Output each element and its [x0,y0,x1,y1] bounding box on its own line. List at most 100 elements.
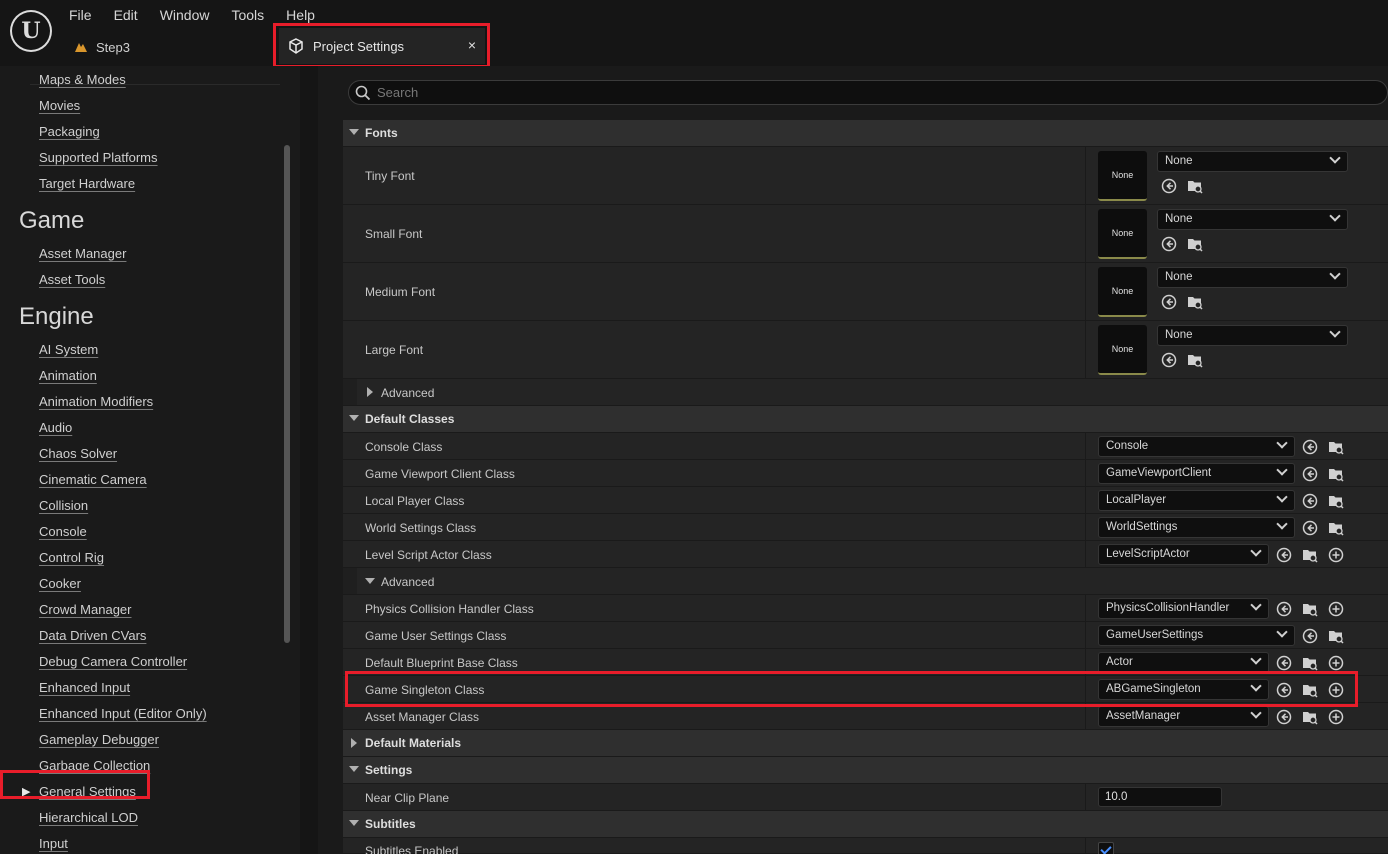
browse-back-icon[interactable] [1276,682,1292,698]
collapse-arrow-icon[interactable] [349,766,359,772]
browse-folder-icon[interactable] [1187,294,1203,310]
nav-item-maps-modes[interactable]: Maps & Modes [39,72,126,87]
nav-item-gameplay-debugger[interactable]: Gameplay Debugger [39,732,159,747]
add-new-icon[interactable] [1328,709,1344,725]
nav-item-audio[interactable]: Audio [39,420,72,435]
close-tab-icon[interactable]: × [468,37,476,53]
class-picker-combo[interactable]: WorldSettings [1098,517,1295,538]
nav-item-enhanced-input-editor-only[interactable]: Enhanced Input (Editor Only) [39,706,207,721]
nav-item-control-rig[interactable]: Control Rig [39,550,104,565]
collapse-arrow-icon[interactable] [349,415,359,421]
browse-folder-icon[interactable] [1302,601,1318,617]
font-asset-thumbnail[interactable]: None [1098,325,1147,375]
nav-item-ai-system[interactable]: AI System [39,342,98,357]
browse-folder-icon[interactable] [1328,520,1344,536]
nav-item-general-settings[interactable]: General Settings [39,784,136,799]
nav-item-target-hardware[interactable]: Target Hardware [39,176,135,191]
default-classes-advanced-toggle[interactable]: Advanced [343,568,1388,595]
project-settings-tab[interactable]: Project Settings × [279,28,485,64]
browse-back-icon[interactable] [1302,493,1318,509]
nav-item-animation[interactable]: Animation [39,368,97,383]
menu-tools[interactable]: Tools [220,4,275,26]
class-picker-combo[interactable]: PhysicsCollisionHandler [1098,598,1269,619]
nav-item-supported-platforms[interactable]: Supported Platforms [39,150,158,165]
collapse-arrow-icon[interactable] [349,129,359,135]
subtitles-enabled-checkbox[interactable] [1098,842,1114,854]
collapse-arrow-icon[interactable] [365,578,375,584]
browse-back-icon[interactable] [1276,601,1292,617]
expand-arrow-icon[interactable] [367,387,373,397]
category-subtitles[interactable]: Subtitles [343,811,1388,838]
panel-splitter[interactable] [300,66,318,854]
class-picker-combo[interactable]: GameViewportClient [1098,463,1295,484]
font-asset-combo[interactable]: None [1157,267,1348,288]
fonts-advanced-toggle[interactable]: Advanced [343,379,1388,406]
class-picker-combo[interactable]: AssetManager [1098,706,1269,727]
menu-window[interactable]: Window [149,4,221,26]
collapse-arrow-icon[interactable] [349,820,359,826]
class-picker-combo[interactable]: LevelScriptActor [1098,544,1269,565]
category-default-classes[interactable]: Default Classes [343,406,1388,433]
category-default-materials[interactable]: Default Materials [343,730,1388,757]
nav-scrollbar[interactable] [284,145,290,643]
browse-back-icon[interactable] [1276,655,1292,671]
font-asset-thumbnail[interactable]: None [1098,151,1147,201]
nav-item-packaging[interactable]: Packaging [39,124,100,139]
nav-item-enhanced-input[interactable]: Enhanced Input [39,680,130,695]
nav-item-animation-modifiers[interactable]: Animation Modifiers [39,394,153,409]
browse-back-icon[interactable] [1161,294,1177,310]
nav-item-movies[interactable]: Movies [39,98,80,113]
browse-folder-icon[interactable] [1302,655,1318,671]
browse-folder-icon[interactable] [1328,439,1344,455]
class-picker-combo[interactable]: GameUserSettings [1098,625,1295,646]
add-new-icon[interactable] [1328,601,1344,617]
add-new-icon[interactable] [1328,547,1344,563]
browse-folder-icon[interactable] [1328,493,1344,509]
browse-back-icon[interactable] [1276,709,1292,725]
browse-folder-icon[interactable] [1187,352,1203,368]
nav-item-debug-camera-controller[interactable]: Debug Camera Controller [39,654,187,669]
nav-item-chaos-solver[interactable]: Chaos Solver [39,446,117,461]
expand-arrow-icon[interactable]: ▶ [22,785,30,798]
class-picker-combo[interactable]: ABGameSingleton [1098,679,1269,700]
browse-back-icon[interactable] [1302,520,1318,536]
class-picker-combo[interactable]: Console [1098,436,1295,457]
add-new-icon[interactable] [1328,655,1344,671]
browse-folder-icon[interactable] [1328,466,1344,482]
browse-back-icon[interactable] [1161,352,1177,368]
browse-back-icon[interactable] [1276,547,1292,563]
near-clip-plane-input[interactable]: 10.0 [1098,787,1222,807]
level-tab[interactable]: Step3 [74,36,130,58]
nav-item-console[interactable]: Console [39,524,87,539]
browse-folder-icon[interactable] [1187,178,1203,194]
nav-item-cooker[interactable]: Cooker [39,576,81,591]
add-new-icon[interactable] [1328,682,1344,698]
browse-back-icon[interactable] [1302,466,1318,482]
nav-item-data-driven-cvars[interactable]: Data Driven CVars [39,628,146,643]
unreal-logo-icon[interactable]: U [10,10,52,52]
font-asset-thumbnail[interactable]: None [1098,267,1147,317]
browse-folder-icon[interactable] [1302,682,1318,698]
search-input[interactable]: Search [377,85,418,100]
class-picker-combo[interactable]: Actor [1098,652,1269,673]
browse-folder-icon[interactable] [1328,628,1344,644]
nav-item-cinematic-camera[interactable]: Cinematic Camera [39,472,147,487]
nav-item-input[interactable]: Input [39,836,68,851]
font-asset-thumbnail[interactable]: None [1098,209,1147,259]
class-picker-combo[interactable]: LocalPlayer [1098,490,1295,511]
browse-back-icon[interactable] [1161,178,1177,194]
expand-arrow-icon[interactable] [351,738,357,748]
browse-folder-icon[interactable] [1302,709,1318,725]
nav-item-garbage-collection[interactable]: Garbage Collection [39,758,150,773]
nav-item-asset-tools[interactable]: Asset Tools [39,272,105,287]
menu-help[interactable]: Help [275,4,326,26]
nav-item-crowd-manager[interactable]: Crowd Manager [39,602,132,617]
category-settings[interactable]: Settings [343,757,1388,784]
browse-back-icon[interactable] [1302,439,1318,455]
nav-item-hierarchical-lod[interactable]: Hierarchical LOD [39,810,138,825]
nav-item-asset-manager[interactable]: Asset Manager [39,246,126,261]
nav-item-collision[interactable]: Collision [39,498,88,513]
font-asset-combo[interactable]: None [1157,151,1348,172]
browse-back-icon[interactable] [1161,236,1177,252]
search-box[interactable]: Search [348,80,1388,105]
